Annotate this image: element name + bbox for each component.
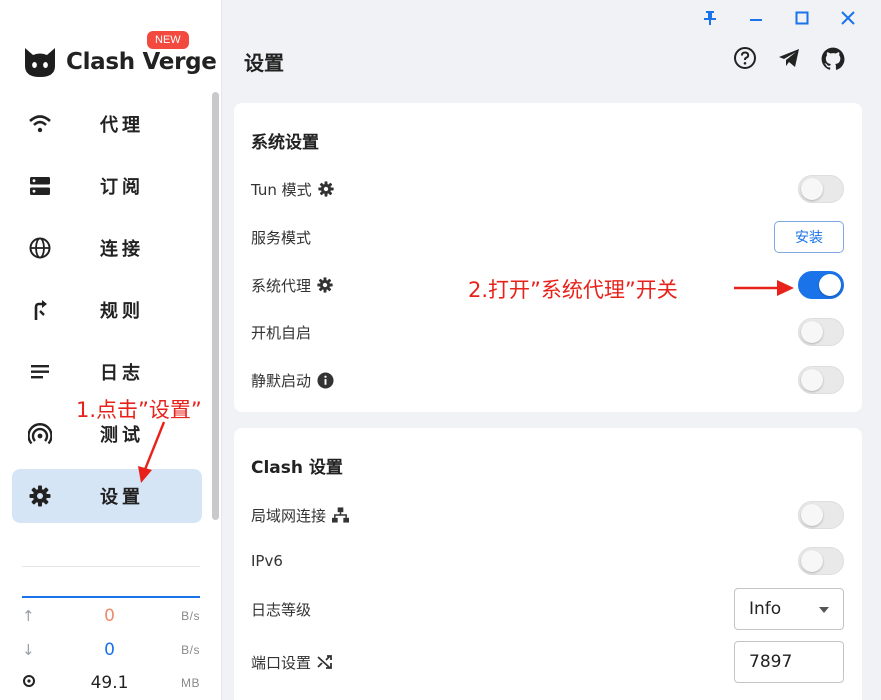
auto-launch-toggle[interactable]: [798, 318, 844, 346]
telegram-icon[interactable]: [767, 46, 811, 72]
ipv6-label: IPv6: [251, 552, 283, 570]
sidebar-item-proxy[interactable]: 代理: [12, 97, 202, 151]
auto-launch-row: 开机自启: [251, 312, 844, 352]
info-icon[interactable]: [317, 371, 334, 389]
route-icon: [26, 299, 54, 321]
sidebar-item-rules[interactable]: 规则: [12, 283, 202, 337]
gear-icon: [26, 485, 54, 507]
log-level-select[interactable]: Info: [734, 588, 844, 630]
arrow-down-icon: ↓: [22, 641, 35, 659]
upload-speed: 0: [104, 606, 115, 626]
download-row: ↓ 0 B/s: [22, 640, 200, 660]
sidebar-scrollbar[interactable]: [212, 92, 219, 520]
sidebar-item-connections[interactable]: 连接: [12, 221, 202, 275]
log-level-value: Info: [749, 599, 782, 619]
memory-unit: MB: [181, 676, 200, 690]
sidebar-item-label: 设置: [100, 487, 144, 508]
system-settings-card: 系统设置 Tun 模式 服务模式 安装 系统代理 开机自启 静默启动: [234, 103, 862, 412]
auto-launch-label: 开机自启: [251, 323, 312, 342]
sidebar-item-logs[interactable]: 日志: [12, 345, 202, 399]
sidebar-item-label: 连接: [100, 239, 144, 260]
sidebar-item-subscriptions[interactable]: 订阅: [12, 159, 202, 213]
shuffle-icon[interactable]: [317, 654, 333, 670]
sidebar: Clash Verge NEW 代理 订阅 连接 规则 日志 测试 设置 ↑ 0…: [0, 0, 222, 700]
tun-mode-label: Tun 模式: [251, 180, 312, 199]
lan-row: 局域网连接: [251, 495, 844, 535]
github-icon[interactable]: [811, 46, 855, 72]
annotation-step-2: 2.打开”系统代理”开关: [468, 278, 678, 302]
network-icon[interactable]: [332, 507, 350, 523]
clash-settings-title: Clash 设置: [251, 458, 343, 478]
lan-label: 局域网连接: [251, 506, 327, 525]
upload-unit: B/s: [181, 609, 200, 623]
upload-row: ↑ 0 B/s: [22, 606, 200, 626]
system-settings-title: 系统设置: [251, 133, 319, 153]
sidebar-item-settings[interactable]: 设置: [12, 469, 202, 523]
install-service-button[interactable]: 安装: [774, 221, 844, 253]
memory-icon: [22, 674, 38, 692]
page-title: 设置: [244, 51, 284, 75]
help-icon[interactable]: [723, 46, 767, 72]
arrow-up-icon: ↑: [22, 607, 35, 625]
silent-start-row: 静默启动: [251, 360, 844, 400]
port-input[interactable]: 7897: [734, 641, 844, 683]
divider: [22, 566, 200, 567]
download-unit: B/s: [181, 643, 200, 657]
annotation-arrow-2: [734, 280, 794, 296]
app-name: Clash Verge: [66, 49, 217, 75]
sidebar-nav: 代理 订阅 连接 规则 日志 测试 设置: [12, 97, 202, 531]
port-row: 端口设置 7897: [251, 641, 844, 683]
wifi-icon: [26, 114, 54, 134]
system-proxy-label: 系统代理: [251, 276, 312, 295]
service-mode-label: 服务模式: [251, 228, 312, 247]
gear-icon[interactable]: [318, 181, 334, 197]
log-level-row: 日志等级 Info: [251, 588, 844, 630]
tun-mode-toggle[interactable]: [798, 175, 844, 203]
silent-start-label: 静默启动: [251, 371, 312, 390]
clash-settings-card: Clash 设置 局域网连接 IPv6 日志等级 Info 端口设置 7897: [234, 428, 862, 700]
chevron-down-icon: [819, 607, 829, 613]
radar-icon: [26, 423, 54, 445]
service-mode-row: 服务模式 安装: [251, 217, 844, 257]
system-proxy-toggle[interactable]: [798, 271, 844, 299]
traffic-panel: ↑ 0 B/s ↓ 0 B/s 49.1 MB: [22, 596, 200, 693]
ipv6-toggle[interactable]: [798, 547, 844, 575]
header-actions: [723, 46, 855, 72]
sidebar-item-label: 日志: [100, 363, 144, 384]
minimize-icon[interactable]: [733, 10, 779, 31]
globe-icon: [26, 237, 54, 259]
sidebar-item-label: 订阅: [100, 177, 144, 198]
memory-usage: 49.1: [90, 673, 129, 693]
port-label: 端口设置: [251, 653, 312, 672]
sidebar-item-label: 规则: [100, 301, 144, 322]
app-logo: Clash Verge: [22, 44, 217, 80]
new-badge: NEW: [147, 31, 189, 49]
pin-icon[interactable]: [687, 10, 733, 31]
log-level-label: 日志等级: [251, 600, 312, 619]
maximize-icon[interactable]: [779, 10, 825, 31]
tun-mode-row: Tun 模式: [251, 169, 844, 209]
cat-logo-icon: [25, 48, 55, 77]
silent-start-toggle[interactable]: [798, 366, 844, 394]
annotation-arrow-1: [138, 421, 166, 483]
lan-toggle[interactable]: [798, 501, 844, 529]
sidebar-item-label: 代理: [100, 115, 144, 136]
close-icon[interactable]: [825, 10, 871, 31]
memory-row: 49.1 MB: [22, 673, 200, 693]
window-controls: [687, 10, 871, 31]
gear-icon[interactable]: [317, 277, 333, 293]
server-icon: [26, 176, 54, 196]
ipv6-row: IPv6: [251, 541, 844, 581]
list-icon: [26, 363, 54, 381]
download-speed: 0: [104, 640, 115, 660]
